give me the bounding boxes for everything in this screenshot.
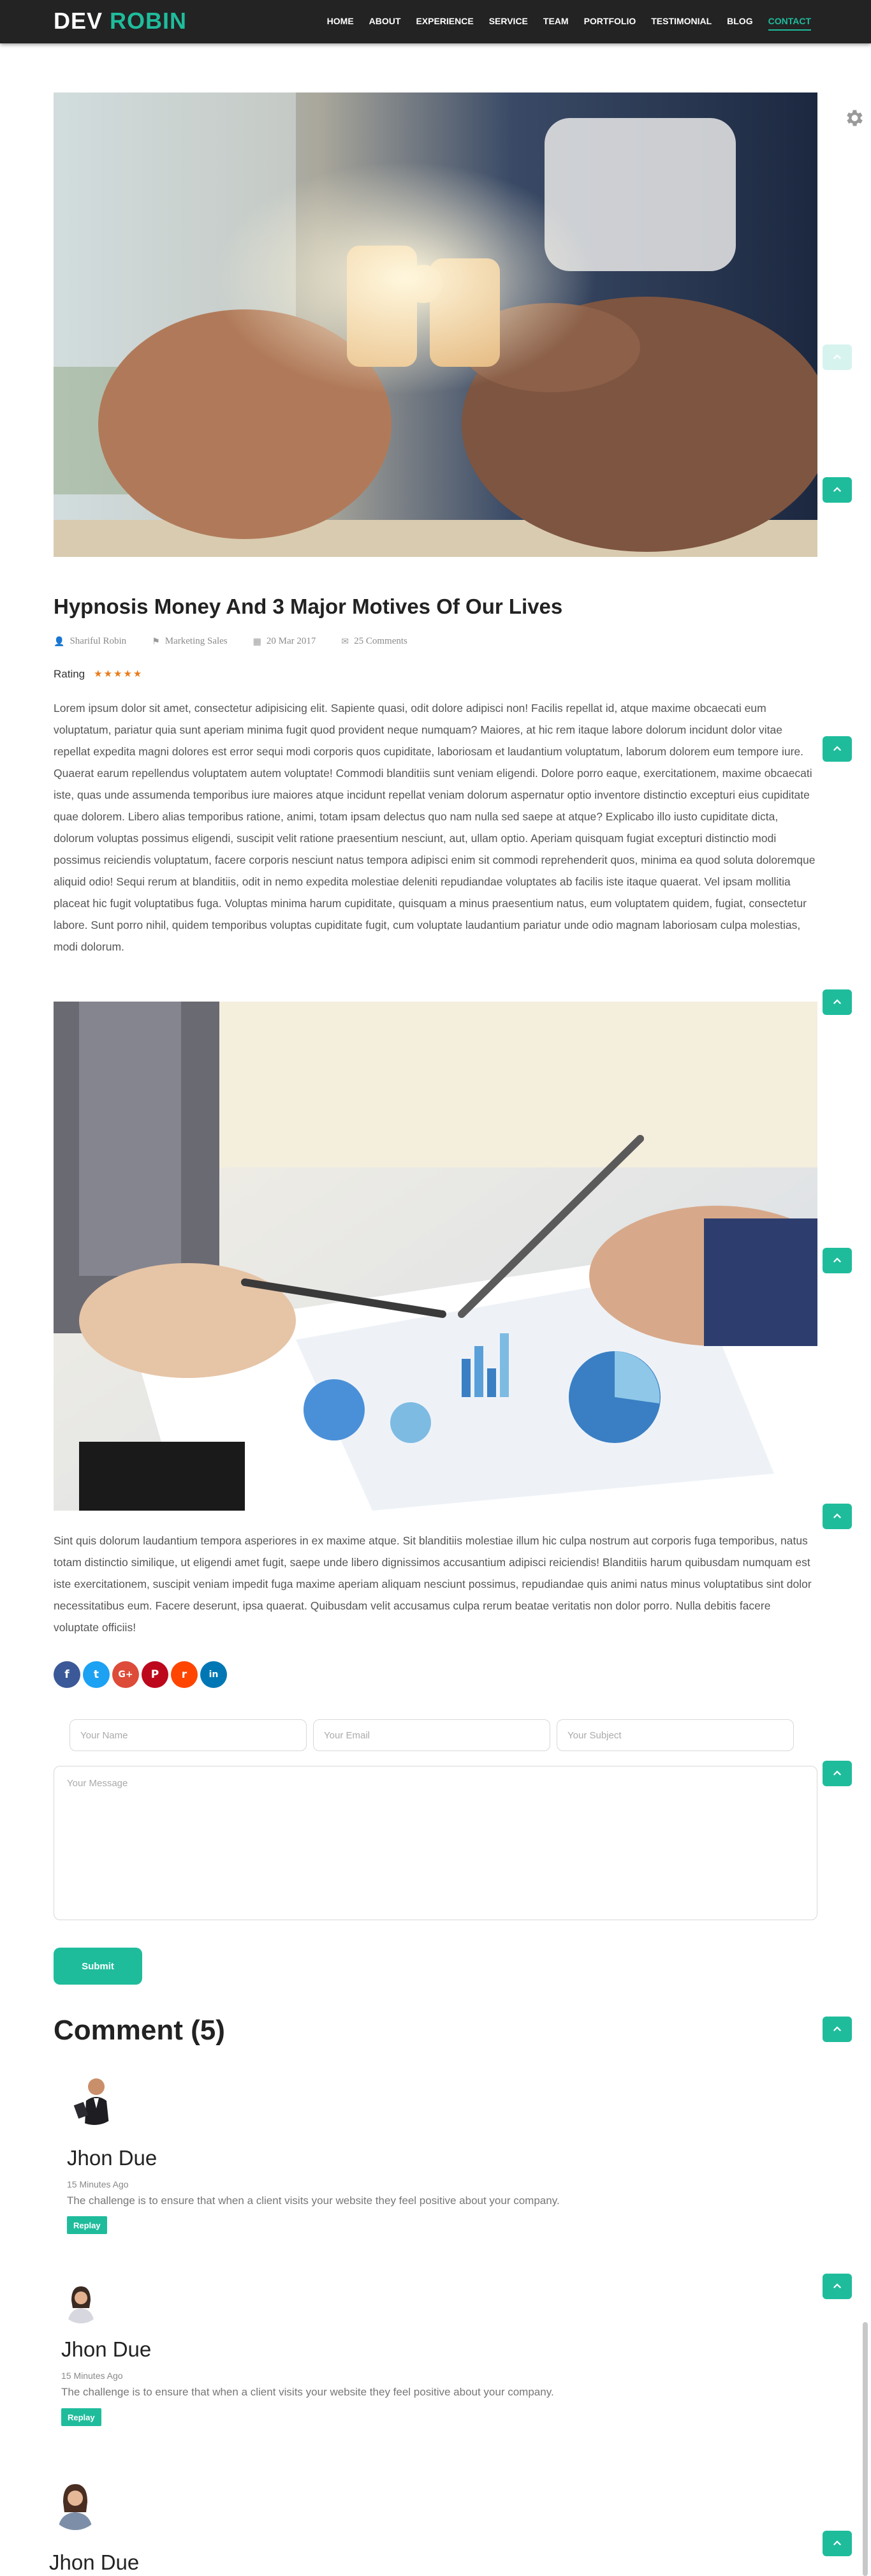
comment-text: The challenge is to ensure that when a c… [61, 2386, 554, 2398]
scroll-top-button[interactable] [823, 344, 852, 370]
chevron-up-icon [833, 2283, 842, 2289]
submit-button[interactable]: Submit [54, 1948, 142, 1985]
twitter-icon[interactable]: t [83, 1661, 110, 1688]
scroll-top-button[interactable] [823, 736, 852, 762]
rating: Rating ★★★★★ [54, 668, 143, 681]
comment-author: Jhon Due [61, 2337, 152, 2361]
avatar [49, 2478, 101, 2530]
scroll-top-button[interactable] [823, 2531, 852, 2556]
comment-text: The challenge is to ensure that when a c… [67, 2195, 560, 2207]
calendar-icon: ▦ [253, 636, 261, 647]
reddit-icon[interactable]: r [171, 1661, 198, 1688]
scroll-top-button[interactable] [823, 1504, 852, 1529]
scroll-top-button[interactable] [823, 989, 852, 1015]
user-icon: 👤 [54, 636, 65, 647]
linkedin-icon[interactable]: in [200, 1661, 227, 1688]
nav-contact[interactable]: CONTACT [768, 16, 812, 31]
chevron-up-icon [833, 1257, 842, 1263]
comment-time: 15 Minutes Ago [61, 2371, 123, 2381]
rating-label: Rating [54, 668, 85, 680]
tag-icon: ⚑ [152, 636, 160, 647]
scroll-top-button[interactable] [823, 2017, 852, 2042]
meta-date: ▦ 20 Mar 2017 [253, 636, 316, 647]
nav-about[interactable]: ABOUT [369, 16, 401, 26]
nav-blog[interactable]: BLOG [727, 16, 752, 26]
site-header: DEV ROBIN HOME ABOUT EXPERIENCE SERVICE … [0, 0, 871, 43]
comments-icon: ✉ [341, 636, 349, 647]
page-scrollbar[interactable] [863, 2322, 868, 2576]
avatar [60, 2281, 102, 2323]
comment-author: Jhon Due [67, 2146, 157, 2170]
nav-home[interactable]: HOME [327, 16, 354, 26]
author-name: Shariful Robin [70, 636, 127, 646]
chevron-up-icon [833, 999, 842, 1005]
chevron-up-icon [833, 2540, 842, 2546]
reply-button[interactable]: Replay [67, 2216, 107, 2234]
post-meta: 👤 Shariful Robin ⚑ Marketing Sales ▦ 20 … [54, 636, 407, 647]
chevron-up-icon [833, 2026, 842, 2032]
google-plus-icon[interactable]: G+ [112, 1661, 139, 1688]
subject-input[interactable] [557, 1719, 794, 1751]
featured-image [54, 93, 817, 557]
logo[interactable]: DEV ROBIN [54, 8, 187, 34]
scroll-top-button[interactable] [823, 1248, 852, 1273]
meta-category[interactable]: ⚑ Marketing Sales [152, 636, 227, 647]
meta-author[interactable]: 👤 Shariful Robin [54, 636, 126, 647]
category-name: Marketing Sales [165, 636, 228, 646]
pinterest-icon[interactable]: P [142, 1661, 168, 1688]
email-input[interactable] [313, 1719, 550, 1751]
logo-part1: DEV [54, 8, 103, 34]
chevron-up-icon [833, 1770, 842, 1776]
nav-service[interactable]: SERVICE [489, 16, 528, 26]
chevron-up-icon [833, 1513, 842, 1519]
post-body-paragraph: Lorem ipsum dolor sit amet, consectetur … [54, 702, 816, 953]
meta-comments[interactable]: ✉ 25 Comments [341, 636, 407, 647]
comment-time: 15 Minutes Ago [67, 2179, 129, 2189]
reply-button[interactable]: Replay [61, 2408, 101, 2426]
scroll-top-button[interactable] [823, 477, 852, 503]
social-share: f t G+ P r in [54, 1661, 227, 1688]
comment-count: 25 Comments [354, 636, 407, 646]
scroll-top-button[interactable] [823, 1761, 852, 1786]
facebook-icon[interactable]: f [54, 1661, 80, 1688]
post-body-paragraph: Sint quis dolorum laudantium tempora asp… [54, 1534, 812, 1634]
name-input[interactable] [70, 1719, 307, 1751]
nav-portfolio[interactable]: PORTFOLIO [584, 16, 636, 26]
gear-icon[interactable] [843, 107, 865, 129]
post-title: Hypnosis Money And 3 Major Motives Of Ou… [54, 595, 563, 618]
scroll-top-button[interactable] [823, 2274, 852, 2299]
avatar [67, 2070, 122, 2125]
nav-testimonial[interactable]: TESTIMONIAL [651, 16, 712, 26]
post-date: 20 Mar 2017 [266, 636, 316, 646]
message-textarea[interactable] [54, 1766, 817, 1920]
comment-author: Jhon Due [49, 2550, 140, 2574]
logo-part2: ROBIN [110, 8, 187, 34]
comments-heading: Comment (5) [54, 2015, 225, 2046]
nav-experience[interactable]: EXPERIENCE [416, 16, 473, 26]
star-rating-icon: ★★★★★ [94, 668, 143, 679]
main-nav: HOME ABOUT EXPERIENCE SERVICE TEAM PORTF… [327, 16, 812, 31]
chevron-up-icon [833, 354, 842, 360]
chevron-up-icon [833, 487, 842, 492]
article-image [54, 1002, 817, 1511]
chevron-up-icon [833, 746, 842, 751]
nav-team[interactable]: TEAM [543, 16, 569, 26]
